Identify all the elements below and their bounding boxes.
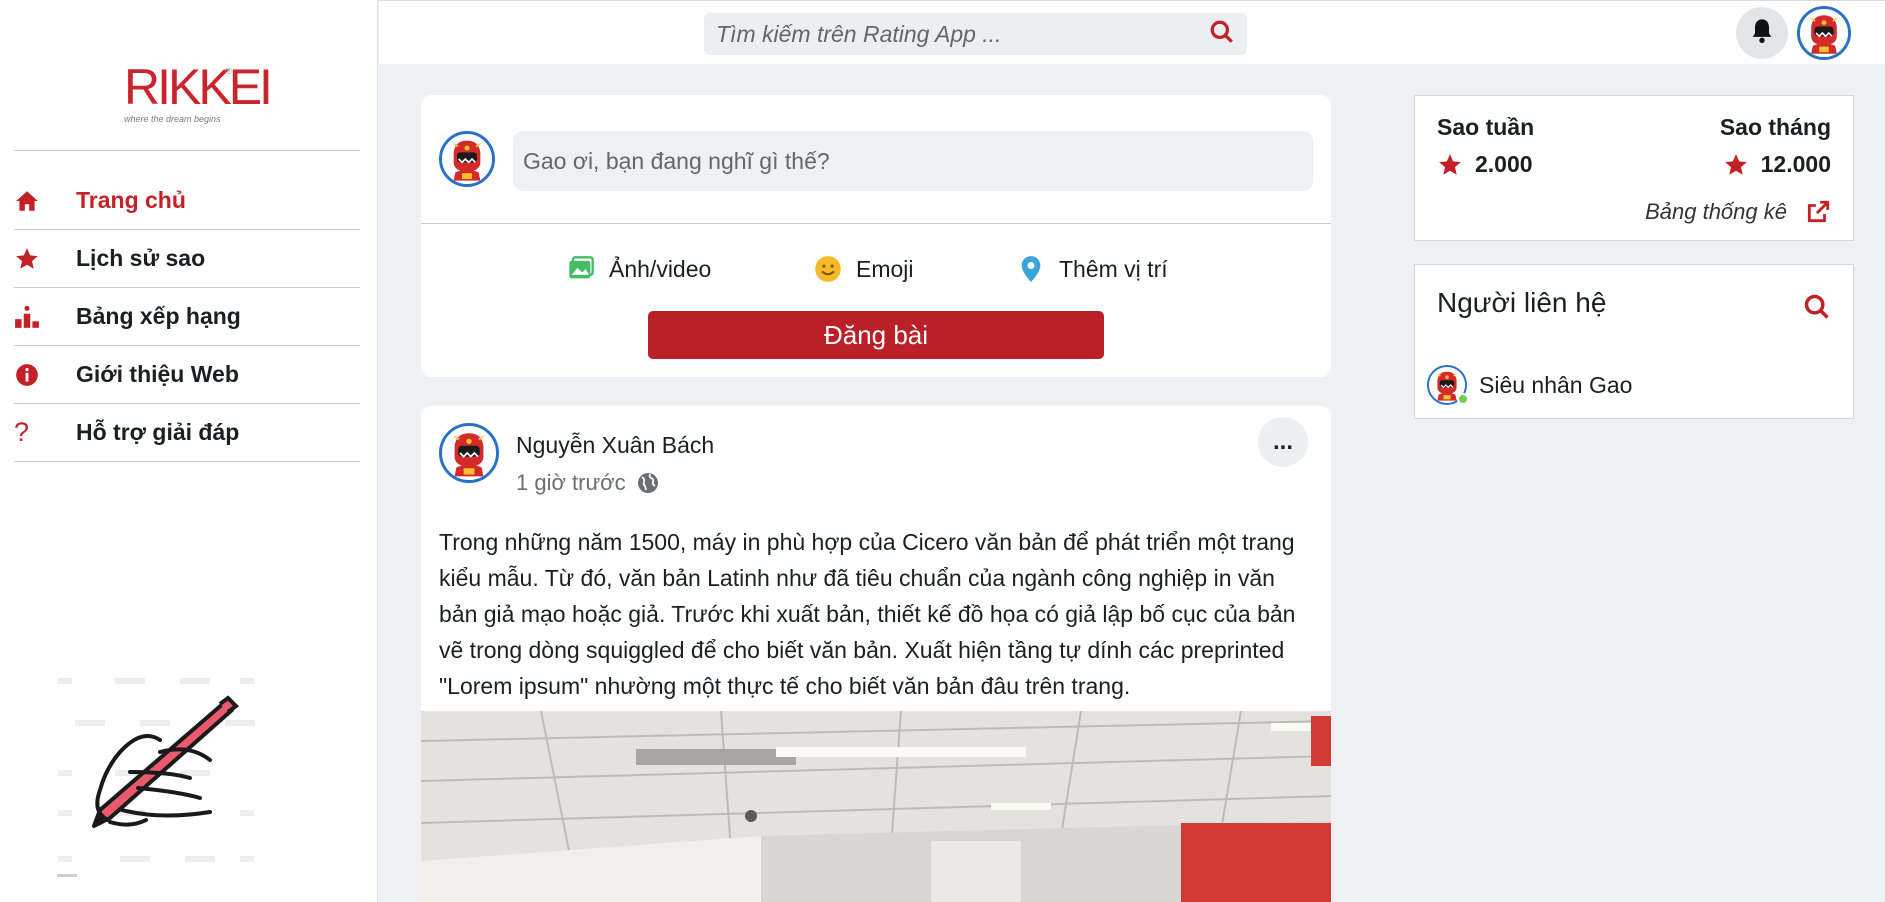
post-author-avatar[interactable] — [439, 423, 499, 483]
statistics-link[interactable]: Bảng thống kê — [1645, 199, 1831, 225]
image-icon — [569, 256, 594, 279]
sidebar-item-label: Trang chủ — [76, 187, 186, 213]
logo-tagline: where the dream begins — [124, 114, 221, 124]
sidebar-divider — [14, 150, 360, 151]
weekly-stars-title: Sao tuần — [1437, 114, 1535, 140]
composer-avatar — [439, 131, 495, 187]
sidebar-item-label: Bảng xếp hạng — [76, 303, 241, 329]
post-composer: Ảnh/video Emoji Thêm vị trí Đăng bài — [421, 95, 1331, 377]
sidebar-item-label: Hỗ trợ giải đáp — [76, 419, 240, 445]
search-input[interactable] — [716, 20, 1209, 48]
post-time-label: 1 giờ trước — [516, 470, 626, 495]
statistics-link-label: Bảng thống kê — [1645, 199, 1787, 224]
logo-text: RIKKEI — [124, 59, 273, 115]
post-body-text: Trong những năm 1500, máy in phù hợp của… — [439, 529, 1296, 699]
post-timestamp: 1 giờ trước — [516, 470, 660, 496]
home-icon — [14, 186, 76, 216]
user-avatar[interactable] — [1797, 6, 1851, 60]
question-icon: ? — [14, 417, 30, 447]
external-link-icon — [1807, 200, 1830, 223]
brand-logo[interactable]: RIKKEI where the dream begins ® — [124, 59, 273, 128]
sidebar-item-about[interactable]: Giới thiệu Web — [14, 346, 360, 404]
photo-video-button[interactable]: Ảnh/video — [567, 255, 711, 283]
contact-item[interactable]: Siêu nhân Gao — [1427, 365, 1632, 405]
post-photo[interactable] — [421, 710, 1331, 902]
search-icon[interactable] — [1209, 19, 1235, 50]
star-stats-card: Sao tuần 2.000 Sao tháng 12.000 Bảng thố… — [1414, 95, 1854, 241]
bell-icon — [1748, 17, 1776, 50]
submit-post-button[interactable]: Đăng bài — [648, 311, 1104, 359]
sidebar-item-label: Lịch sử sao — [76, 245, 206, 271]
photo-video-label: Ảnh/video — [609, 255, 712, 282]
weekly-stars: Sao tuần 2.000 — [1437, 114, 1534, 178]
sidebar-item-support[interactable]: ? Hỗ trợ giải đáp — [14, 404, 360, 462]
post-more-button[interactable]: ... — [1258, 417, 1308, 467]
contact-avatar — [1427, 365, 1469, 405]
hand-writing-illustration — [50, 660, 290, 890]
registered-mark: ® — [225, 66, 232, 76]
add-location-button[interactable]: Thêm vị trí — [1017, 255, 1168, 283]
add-location-label: Thêm vị trí — [1059, 255, 1168, 282]
globe-icon — [637, 473, 658, 493]
composer-input[interactable] — [513, 131, 1313, 191]
feed-post: Nguyễn Xuân Bách 1 giờ trước ... Trong n… — [421, 406, 1331, 902]
composer-divider — [421, 223, 1331, 224]
online-status-dot — [1457, 393, 1469, 405]
ranking-icon — [14, 302, 76, 332]
emoji-icon — [815, 256, 841, 282]
sidebar-item-home[interactable]: Trang chủ — [14, 172, 360, 230]
contacts-card: Người liên hệ Siêu nhân Gao — [1414, 264, 1854, 419]
top-bar — [379, 0, 1885, 64]
contacts-search-button[interactable] — [1803, 293, 1831, 321]
monthly-stars-value-row: 12.000 — [1720, 151, 1831, 178]
search-icon — [1804, 294, 1829, 319]
monthly-stars: Sao tháng 12.000 — [1720, 114, 1831, 178]
notification-button[interactable] — [1736, 7, 1788, 59]
weekly-stars-value-row: 2.000 — [1437, 151, 1534, 178]
weekly-stars-value: 2.000 — [1475, 151, 1533, 177]
sidebar-nav: Trang chủ Lịch sử sao Bảng xếp hạng Giới… — [14, 172, 360, 462]
emoji-button[interactable]: Emoji — [814, 255, 914, 283]
sidebar-item-label: Giới thiệu Web — [76, 361, 239, 387]
contact-name: Siêu nhân Gao — [1479, 371, 1633, 398]
info-icon — [14, 360, 76, 390]
star-icon — [1724, 153, 1747, 175]
star-icon — [14, 244, 76, 274]
sidebar-item-star-history[interactable]: Lịch sử sao — [14, 230, 360, 288]
contacts-title: Người liên hệ — [1437, 287, 1607, 318]
left-sidebar: RIKKEI where the dream begins ® Trang ch… — [0, 0, 378, 902]
monthly-stars-title: Sao tháng — [1719, 114, 1831, 140]
post-author-name[interactable]: Nguyễn Xuân Bách — [516, 432, 714, 459]
global-search[interactable] — [704, 13, 1247, 55]
monthly-stars-value: 12.000 — [1760, 151, 1831, 177]
sidebar-item-ranking[interactable]: Bảng xếp hạng — [14, 288, 360, 346]
emoji-label: Emoji — [856, 255, 914, 282]
location-icon — [1021, 256, 1041, 282]
star-icon — [1439, 153, 1461, 175]
